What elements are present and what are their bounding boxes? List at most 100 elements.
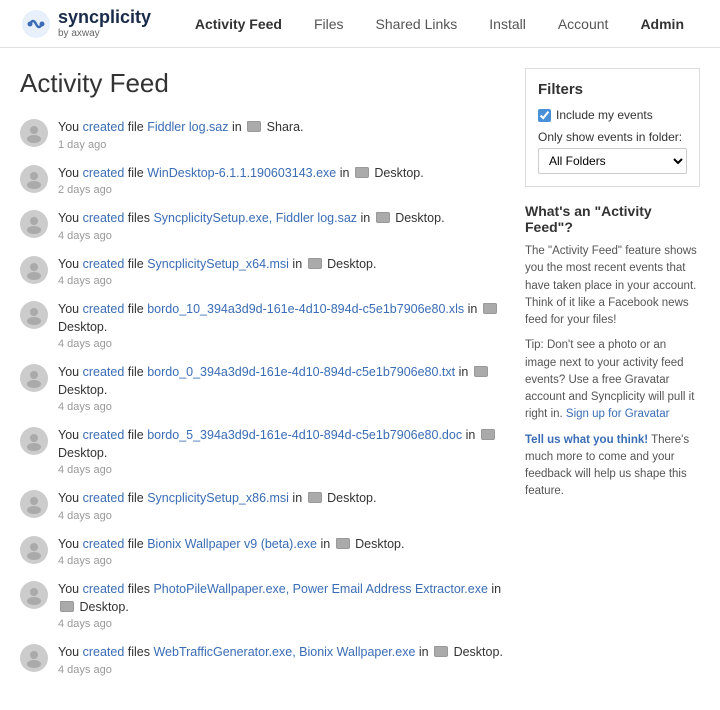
timestamp: 4 days ago (58, 664, 505, 676)
gravatar-link[interactable]: Sign up for Gravatar (566, 408, 670, 420)
file-link[interactable]: SyncplicitySetup.exe, Fiddler log.saz (153, 211, 357, 225)
file-link[interactable]: bordo_10_394a3d9d-161e-4d10-894d-c5e1b79… (147, 302, 464, 316)
file-link[interactable]: Bionix Wallpaper v9 (beta).exe (147, 537, 317, 551)
file-link[interactable]: SyncplicitySetup_x64.msi (147, 257, 289, 271)
timestamp: 4 days ago (58, 464, 505, 476)
nav-shared-links[interactable]: Shared Links (360, 0, 474, 48)
nav-files[interactable]: Files (298, 0, 360, 48)
item-content: You created file WinDesktop-6.1.1.190603… (58, 165, 505, 197)
tell-link[interactable]: Tell us what you think! (525, 434, 648, 446)
feed-area: Activity Feed You created file Fiddler l… (20, 68, 505, 690)
header: syncplicity by axway Activity Feed Files… (0, 0, 720, 48)
what-para2: Tip: Don't see a photo or an image next … (525, 337, 700, 423)
only-show-label: Only show events in folder: (538, 130, 687, 144)
user-icon (24, 368, 44, 388)
created-link[interactable]: created (83, 428, 125, 442)
logo-sub: by axway (58, 28, 151, 39)
item-text: You created file WinDesktop-6.1.1.190603… (58, 165, 505, 183)
item-content: You created file SyncplicitySetup_x64.ms… (58, 256, 505, 288)
timestamp: 4 days ago (58, 230, 505, 242)
avatar (20, 119, 48, 147)
timestamp: 4 days ago (58, 401, 505, 413)
item-text: You created file bordo_10_394a3d9d-161e-… (58, 301, 505, 336)
item-content: You created file Fiddler log.saz in Shar… (58, 119, 505, 151)
item-content: You created files PhotoPileWallpaper.exe… (58, 581, 505, 630)
page-title: Activity Feed (20, 68, 505, 99)
created-link[interactable]: created (83, 166, 125, 180)
activity-item: You created files WebTrafficGenerator.ex… (20, 644, 505, 676)
activity-item: You created file bordo_0_394a3d9d-161e-4… (20, 364, 505, 413)
activity-item: You created files SyncplicitySetup.exe, … (20, 210, 505, 242)
timestamp: 4 days ago (58, 555, 505, 567)
avatar (20, 581, 48, 609)
you-label: You (58, 302, 83, 316)
what-title: What's an "Activity Feed"? (525, 203, 700, 235)
created-link[interactable]: created (83, 491, 125, 505)
item-text: You created file bordo_0_394a3d9d-161e-4… (58, 364, 505, 399)
created-link[interactable]: created (83, 302, 125, 316)
you-label: You (58, 166, 83, 180)
user-icon (24, 540, 44, 560)
folder-select[interactable]: All Folders (538, 148, 687, 174)
created-link[interactable]: created (83, 257, 125, 271)
sidebar: Filters Include my events Only show even… (525, 68, 700, 690)
item-content: You created file bordo_5_394a3d9d-161e-4… (58, 427, 505, 476)
user-icon (24, 585, 44, 605)
logo-text: syncplicity by axway (58, 8, 151, 39)
file-link[interactable]: WebTrafficGenerator.exe, Bionix Wallpape… (153, 645, 415, 659)
include-my-events-label[interactable]: Include my events (538, 108, 687, 122)
timestamp: 4 days ago (58, 510, 505, 522)
item-text: You created file Bionix Wallpaper v9 (be… (58, 536, 505, 554)
what-box: What's an "Activity Feed"? The "Activity… (525, 203, 700, 501)
folder-icon (247, 121, 261, 132)
created-link[interactable]: created (83, 645, 125, 659)
you-label: You (58, 537, 83, 551)
folder-icon (483, 303, 497, 314)
item-content: You created files SyncplicitySetup.exe, … (58, 210, 505, 242)
folder-icon (336, 538, 350, 549)
item-text: You created files WebTrafficGenerator.ex… (58, 644, 505, 662)
timestamp: 1 day ago (58, 139, 505, 151)
folder-icon (308, 492, 322, 503)
created-link[interactable]: created (83, 211, 125, 225)
main-container: Activity Feed You created file Fiddler l… (0, 48, 720, 710)
you-label: You (58, 428, 83, 442)
folder-icon (474, 366, 488, 377)
activity-item: You created file bordo_5_394a3d9d-161e-4… (20, 427, 505, 476)
nav-activity-feed[interactable]: Activity Feed (179, 0, 298, 48)
avatar (20, 644, 48, 672)
created-link[interactable]: created (83, 120, 125, 134)
folder-icon (434, 646, 448, 657)
item-content: You created file SyncplicitySetup_x86.ms… (58, 490, 505, 522)
include-my-events-checkbox[interactable] (538, 109, 551, 122)
folder-icon (376, 212, 390, 223)
timestamp: 2 days ago (58, 184, 505, 196)
item-content: You created file bordo_10_394a3d9d-161e-… (58, 301, 505, 350)
timestamp: 4 days ago (58, 618, 505, 630)
avatar (20, 210, 48, 238)
avatar (20, 165, 48, 193)
include-my-events-text: Include my events (556, 108, 653, 122)
item-text: You created file Fiddler log.saz in Shar… (58, 119, 505, 137)
file-link[interactable]: bordo_5_394a3d9d-161e-4d10-894d-c5e1b790… (147, 428, 462, 442)
item-content: You created file bordo_0_394a3d9d-161e-4… (58, 364, 505, 413)
nav-install[interactable]: Install (473, 0, 542, 48)
logo: syncplicity by axway (20, 8, 151, 40)
file-link[interactable]: PhotoPileWallpaper.exe, Power Email Addr… (153, 582, 487, 596)
logo-icon (20, 8, 52, 40)
folder-icon (308, 258, 322, 269)
nav-account[interactable]: Account (542, 0, 625, 48)
main-nav: Activity Feed Files Shared Links Install… (179, 0, 700, 48)
file-link[interactable]: bordo_0_394a3d9d-161e-4d10-894d-c5e1b790… (147, 365, 455, 379)
file-link[interactable]: Fiddler log.saz (147, 120, 228, 134)
file-link[interactable]: WinDesktop-6.1.1.190603143.exe (147, 166, 336, 180)
created-link[interactable]: created (83, 582, 125, 596)
timestamp: 4 days ago (58, 275, 505, 287)
file-link[interactable]: SyncplicitySetup_x86.msi (147, 491, 289, 505)
created-link[interactable]: created (83, 537, 125, 551)
nav-admin[interactable]: Admin (624, 0, 700, 48)
activity-item: You created file Bionix Wallpaper v9 (be… (20, 536, 505, 568)
created-link[interactable]: created (83, 365, 125, 379)
you-label: You (58, 645, 83, 659)
avatar (20, 490, 48, 518)
